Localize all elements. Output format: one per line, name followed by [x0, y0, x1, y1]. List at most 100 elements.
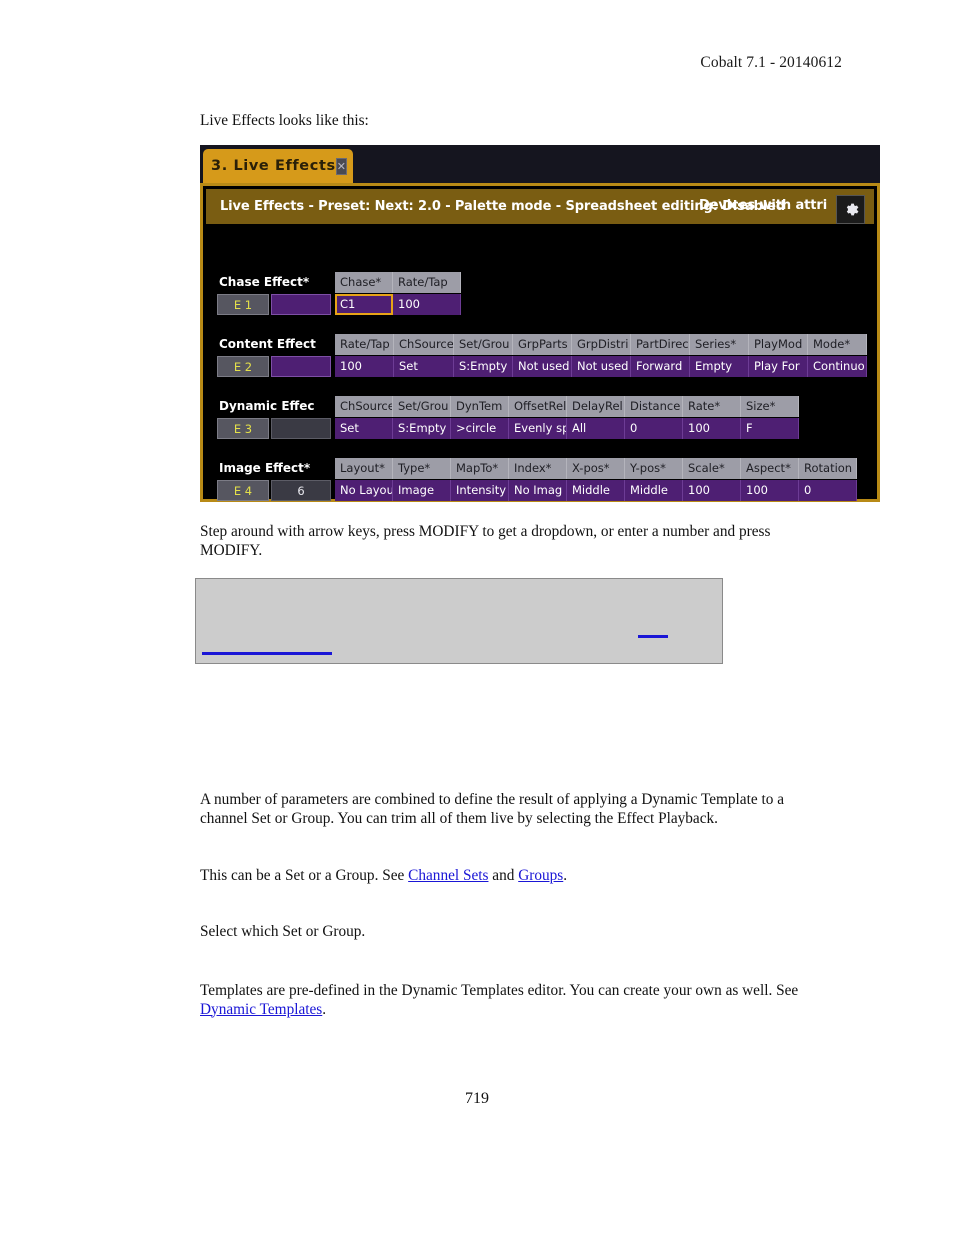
link-groups[interactable]: Groups	[518, 867, 563, 884]
effect-id-cell[interactable]: E 1	[217, 294, 269, 315]
parameter-value-cell[interactable]: 100	[393, 294, 461, 315]
parameter-value-cell[interactable]: All	[567, 418, 625, 439]
set-or-group-paragraph: This can be a Set or a Group. See Channe…	[200, 867, 825, 886]
parameter-value-row: Set S:Empty >circle Evenly sp All 0 100 F	[335, 417, 799, 439]
parameter-header-cell: DynTem	[451, 396, 509, 417]
placeholder-link-right[interactable]	[638, 635, 668, 638]
parameter-value-cell[interactable]: No Imag	[509, 480, 567, 501]
effect-parameter-grid: Layout* Type* MapTo* Index* X-pos* Y-pos* Scal…	[335, 458, 857, 501]
close-icon[interactable]: ✕	[335, 157, 347, 175]
tab-live-effects-label: 3. Live Effects	[211, 158, 336, 174]
parameter-header-cell: X-pos*	[567, 458, 625, 479]
gear-icon[interactable]	[836, 195, 865, 224]
parameter-value-row: C1 100	[335, 293, 461, 315]
parameter-header-row: Chase* Rate/Tap	[335, 272, 461, 293]
parameter-header-cell: DelayRel	[567, 396, 625, 417]
effect-block: Image Effect* E 4 6 Layout* Type* MapTo* Index…	[217, 458, 857, 501]
parameter-value-cell[interactable]: Not used	[513, 356, 572, 377]
parameter-value-cell[interactable]: Not used	[572, 356, 631, 377]
parameter-value-cell[interactable]: 100	[683, 418, 741, 439]
effect-id-row: E 3	[217, 418, 335, 439]
parameter-value-cell[interactable]: S:Empty	[393, 418, 451, 439]
effect-parameter-grid: ChSource Set/Grou DynTem OffsetRel DelayRel D…	[335, 396, 799, 439]
parameter-value-cell[interactable]: Forward	[631, 356, 690, 377]
parameter-header-cell: Mode*	[808, 334, 867, 355]
effect-id-value-cell[interactable]	[271, 294, 331, 315]
effect-label-group: Dynamic Effec E 3	[217, 396, 335, 439]
effect-id-row: E 1	[217, 294, 335, 315]
effect-block: Chase Effect* E 1 Chase* Rate/Tap C1 100	[217, 272, 461, 315]
templates-paragraph: Templates are pre-defined in the Dynamic…	[200, 982, 825, 1019]
effect-id-cell[interactable]: E 3	[217, 418, 269, 439]
set-or-group-suffix: .	[563, 867, 568, 884]
running-header: Cobalt 7.1 - 20140612	[700, 54, 842, 71]
parameter-value-cell[interactable]: Evenly sp	[509, 418, 567, 439]
tab-live-effects[interactable]: 3. Live Effects ✕	[203, 149, 353, 183]
parameter-value-cell[interactable]: 100	[335, 356, 394, 377]
parameter-value-cell[interactable]: Middle	[625, 480, 683, 501]
parameter-value-cell[interactable]: Play For	[749, 356, 808, 377]
placeholder-link-left[interactable]	[202, 652, 332, 655]
parameter-value-cell[interactable]: Image	[393, 480, 451, 501]
parameters-paragraph: A number of parameters are combined to d…	[200, 791, 784, 827]
parameter-header-cell: Aspect*	[741, 458, 799, 479]
templates-suffix: .	[322, 1000, 327, 1018]
set-or-group-join: and	[488, 867, 519, 884]
parameter-value-cell-selected[interactable]: C1	[335, 294, 393, 315]
parameter-header-cell: Set/Grou	[393, 396, 451, 417]
select-which-paragraph: Select which Set or Group.	[200, 923, 366, 940]
parameter-header-cell: Distance	[625, 396, 683, 417]
parameter-value-cell[interactable]: 100	[741, 480, 799, 501]
effect-id-row: E 46	[217, 480, 335, 501]
parameter-header-cell: Rate*	[683, 396, 741, 417]
parameter-value-cell[interactable]: >circle	[451, 418, 509, 439]
parameter-value-cell[interactable]: 100	[683, 480, 741, 501]
parameter-header-cell: Index*	[509, 458, 567, 479]
effect-title: Content Effect	[219, 337, 316, 351]
effect-parameter-grid: Rate/Tap ChSource Set/Grou GrpParts GrpDistr…	[335, 334, 867, 377]
parameter-value-cell[interactable]: F	[741, 418, 799, 439]
tab-strip: 3. Live Effects ✕	[200, 145, 880, 183]
effect-parameter-grid: Chase* Rate/Tap C1 100	[335, 272, 461, 315]
parameter-value-cell[interactable]: Intensity	[451, 480, 509, 501]
effect-label-group: Content Effect E 2	[217, 334, 335, 377]
parameter-value-cell[interactable]: Continuo	[808, 356, 867, 377]
set-or-group-prefix: This can be a Set or a Group. See	[200, 867, 409, 884]
parameter-header-row: Layout* Type* MapTo* Index* X-pos* Y-pos* Scal…	[335, 458, 857, 479]
parameter-header-cell: Rate/Tap	[393, 272, 461, 293]
parameter-value-cell[interactable]: Set	[335, 418, 393, 439]
parameter-header-cell: GrpDistri	[572, 334, 631, 355]
parameter-value-cell[interactable]: 0	[799, 480, 857, 501]
parameter-value-cell[interactable]: Empty	[690, 356, 749, 377]
parameter-value-row: No Layou Image Intensity No Imag Middle Middl…	[335, 479, 857, 501]
templates-prefix: Templates are pre-defined in the Dynamic…	[200, 982, 799, 999]
parameter-header-row: ChSource Set/Grou DynTem OffsetRel DelayRel D…	[335, 396, 799, 417]
effect-id-cell[interactable]: E 2	[217, 356, 269, 377]
live-effects-body: Live Effects - Preset: Next: 2.0 - Palet…	[200, 183, 880, 502]
parameter-header-cell: Set/Grou	[454, 334, 513, 355]
effect-id-value-cell[interactable]	[271, 356, 331, 377]
parameter-value-cell[interactable]: No Layou	[335, 480, 393, 501]
intro-paragraph: Live Effects looks like this:	[200, 112, 369, 129]
parameter-header-cell: Layout*	[335, 458, 393, 479]
effect-id-value-cell[interactable]: 6	[271, 480, 331, 501]
live-effects-overlay-text: Devices with attri	[699, 198, 828, 213]
link-dynamic-templates[interactable]: Dynamic Templates	[200, 1001, 322, 1018]
parameter-header-cell: Chase*	[335, 272, 393, 293]
parameter-value-cell[interactable]: Set	[394, 356, 454, 377]
parameter-header-cell: Type*	[393, 458, 451, 479]
parameter-header-row: Rate/Tap ChSource Set/Grou GrpParts GrpDistr…	[335, 334, 867, 355]
live-effects-titlebar: Live Effects - Preset: Next: 2.0 - Palet…	[206, 189, 874, 224]
parameter-value-cell[interactable]: S:Empty	[454, 356, 513, 377]
parameter-header-cell: OffsetRel	[509, 396, 567, 417]
parameter-value-cell[interactable]: 0	[625, 418, 683, 439]
parameter-header-cell: Rotation	[799, 458, 857, 479]
live-effects-screenshot: 3. Live Effects ✕ Live Effects - Preset:…	[200, 145, 880, 502]
placeholder-box	[195, 578, 723, 664]
parameter-header-cell: MapTo*	[451, 458, 509, 479]
link-channel-sets[interactable]: Channel Sets	[408, 867, 488, 884]
effect-id-value-cell[interactable]	[271, 418, 331, 439]
parameter-header-cell: Y-pos*	[625, 458, 683, 479]
effect-id-cell[interactable]: E 4	[217, 480, 269, 501]
parameter-value-cell[interactable]: Middle	[567, 480, 625, 501]
